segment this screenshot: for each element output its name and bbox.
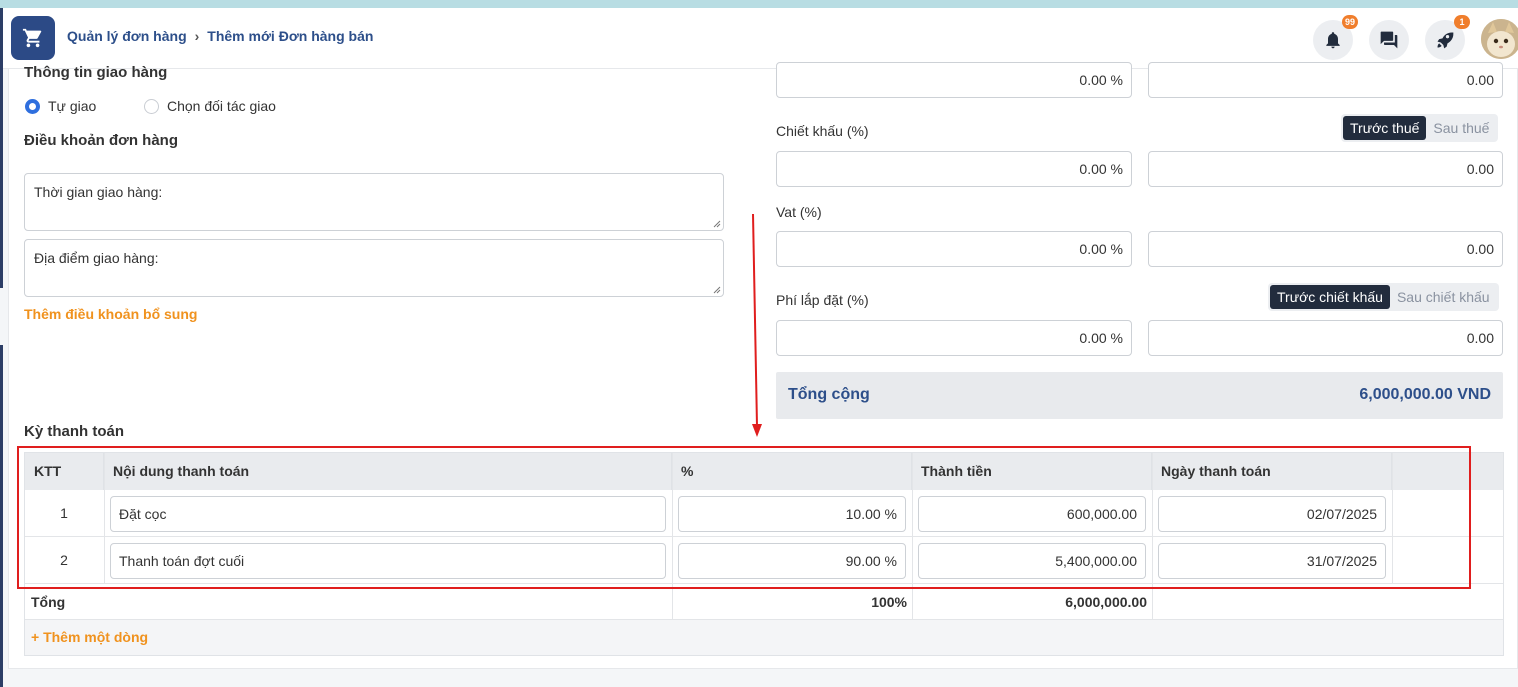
payment-schedule-title: Kỳ thanh toán bbox=[24, 423, 124, 440]
grand-total-value: 6,000,000.00 VND bbox=[1359, 386, 1491, 403]
grand-total-label: Tổng cộng bbox=[788, 386, 870, 403]
discount-amount-input[interactable]: 0.00 bbox=[1148, 151, 1503, 187]
install-discount-toggle[interactable]: Trước chiết khấu Sau chiết khấu bbox=[1268, 283, 1499, 311]
vat-amount-input[interactable]: 0.00 bbox=[1148, 231, 1503, 267]
notifications-button[interactable]: 99 bbox=[1313, 15, 1358, 60]
cart-button[interactable] bbox=[11, 16, 55, 60]
toggle-before-discount[interactable]: Trước chiết khấu bbox=[1270, 285, 1390, 309]
rocket-count-badge: 1 bbox=[1454, 15, 1470, 29]
chevron-right-icon: › bbox=[194, 28, 200, 44]
install-amount-input[interactable]: 0.00 bbox=[1148, 320, 1503, 356]
top-strip bbox=[0, 0, 1518, 8]
rocket-button[interactable]: 1 bbox=[1425, 15, 1470, 60]
toggle-after-discount[interactable]: Sau chiết khấu bbox=[1390, 285, 1497, 309]
breadcrumb: Quản lý đơn hàng › Thêm mới Đơn hàng bán bbox=[67, 28, 373, 44]
vat-label: Vat (%) bbox=[776, 204, 822, 220]
left-edge-bar bbox=[0, 345, 3, 687]
add-row-link[interactable]: + Thêm một dòng bbox=[31, 629, 148, 645]
add-row-bar: + Thêm một dòng bbox=[25, 620, 1503, 655]
highlight-box bbox=[17, 446, 1471, 589]
order-terms-title: Điều khoản đơn hàng bbox=[24, 132, 178, 149]
delivery-time-textarea[interactable]: Thời gian giao hàng: bbox=[24, 173, 724, 231]
chat-button[interactable] bbox=[1369, 20, 1409, 60]
grand-total-box: Tổng cộng 6,000,000.00 VND bbox=[776, 372, 1503, 419]
delivery-place-textarea[interactable]: Địa điểm giao hàng: bbox=[24, 239, 724, 297]
cart-icon bbox=[22, 28, 42, 48]
toggle-before-tax[interactable]: Trước thuế bbox=[1343, 116, 1427, 140]
footer-total-label: Tổng bbox=[31, 594, 66, 610]
install-percent-input[interactable]: 0.00 % bbox=[776, 320, 1132, 356]
delivery-section-title: Thông tin giao hàng bbox=[24, 64, 168, 81]
avatar[interactable] bbox=[1481, 19, 1518, 59]
top-percent-input[interactable]: 0.00 % bbox=[776, 62, 1132, 98]
resize-grip-icon[interactable] bbox=[713, 220, 721, 228]
top-amount-input[interactable]: 0.00 bbox=[1148, 62, 1503, 98]
footer-total-amount: 6,000,000.00 bbox=[1065, 594, 1147, 610]
discount-percent-input[interactable]: 0.00 % bbox=[776, 151, 1132, 187]
install-fee-label: Phí lắp đặt (%) bbox=[776, 292, 869, 308]
textarea-text: Thời gian giao hàng: bbox=[34, 184, 163, 200]
radio-unchecked-icon bbox=[144, 98, 159, 114]
toggle-after-tax[interactable]: Sau thuế bbox=[1426, 116, 1496, 140]
annotation-arrow-icon bbox=[752, 213, 762, 437]
radio-checked-icon bbox=[25, 98, 40, 114]
discount-label: Chiết khấu (%) bbox=[776, 123, 869, 139]
bell-icon bbox=[1326, 32, 1340, 49]
footer-total-percent: 100% bbox=[871, 594, 907, 610]
radio-partner-delivery[interactable]: Chọn đối tác giao bbox=[144, 98, 276, 114]
discount-tax-toggle[interactable]: Trước thuế Sau thuế bbox=[1341, 114, 1499, 142]
add-term-link[interactable]: Thêm điều khoản bổ sung bbox=[24, 306, 197, 322]
chat-icon bbox=[1380, 31, 1398, 49]
breadcrumb-parent-link[interactable]: Quản lý đơn hàng bbox=[67, 28, 187, 44]
radio-self-delivery[interactable]: Tự giao bbox=[25, 98, 96, 114]
user-avatar-image bbox=[1481, 19, 1518, 59]
breadcrumb-current: Thêm mới Đơn hàng bán bbox=[207, 28, 374, 44]
textarea-text: Địa điểm giao hàng: bbox=[34, 250, 159, 266]
vat-percent-input[interactable]: 0.00 % bbox=[776, 231, 1132, 267]
rocket-icon bbox=[1437, 32, 1454, 49]
resize-grip-icon[interactable] bbox=[713, 286, 721, 294]
app-header: Quản lý đơn hàng › Thêm mới Đơn hàng bán… bbox=[3, 8, 1518, 69]
notification-count-badge: 99 bbox=[1341, 15, 1358, 29]
radio-label: Chọn đối tác giao bbox=[167, 98, 276, 114]
radio-label: Tự giao bbox=[48, 98, 97, 114]
